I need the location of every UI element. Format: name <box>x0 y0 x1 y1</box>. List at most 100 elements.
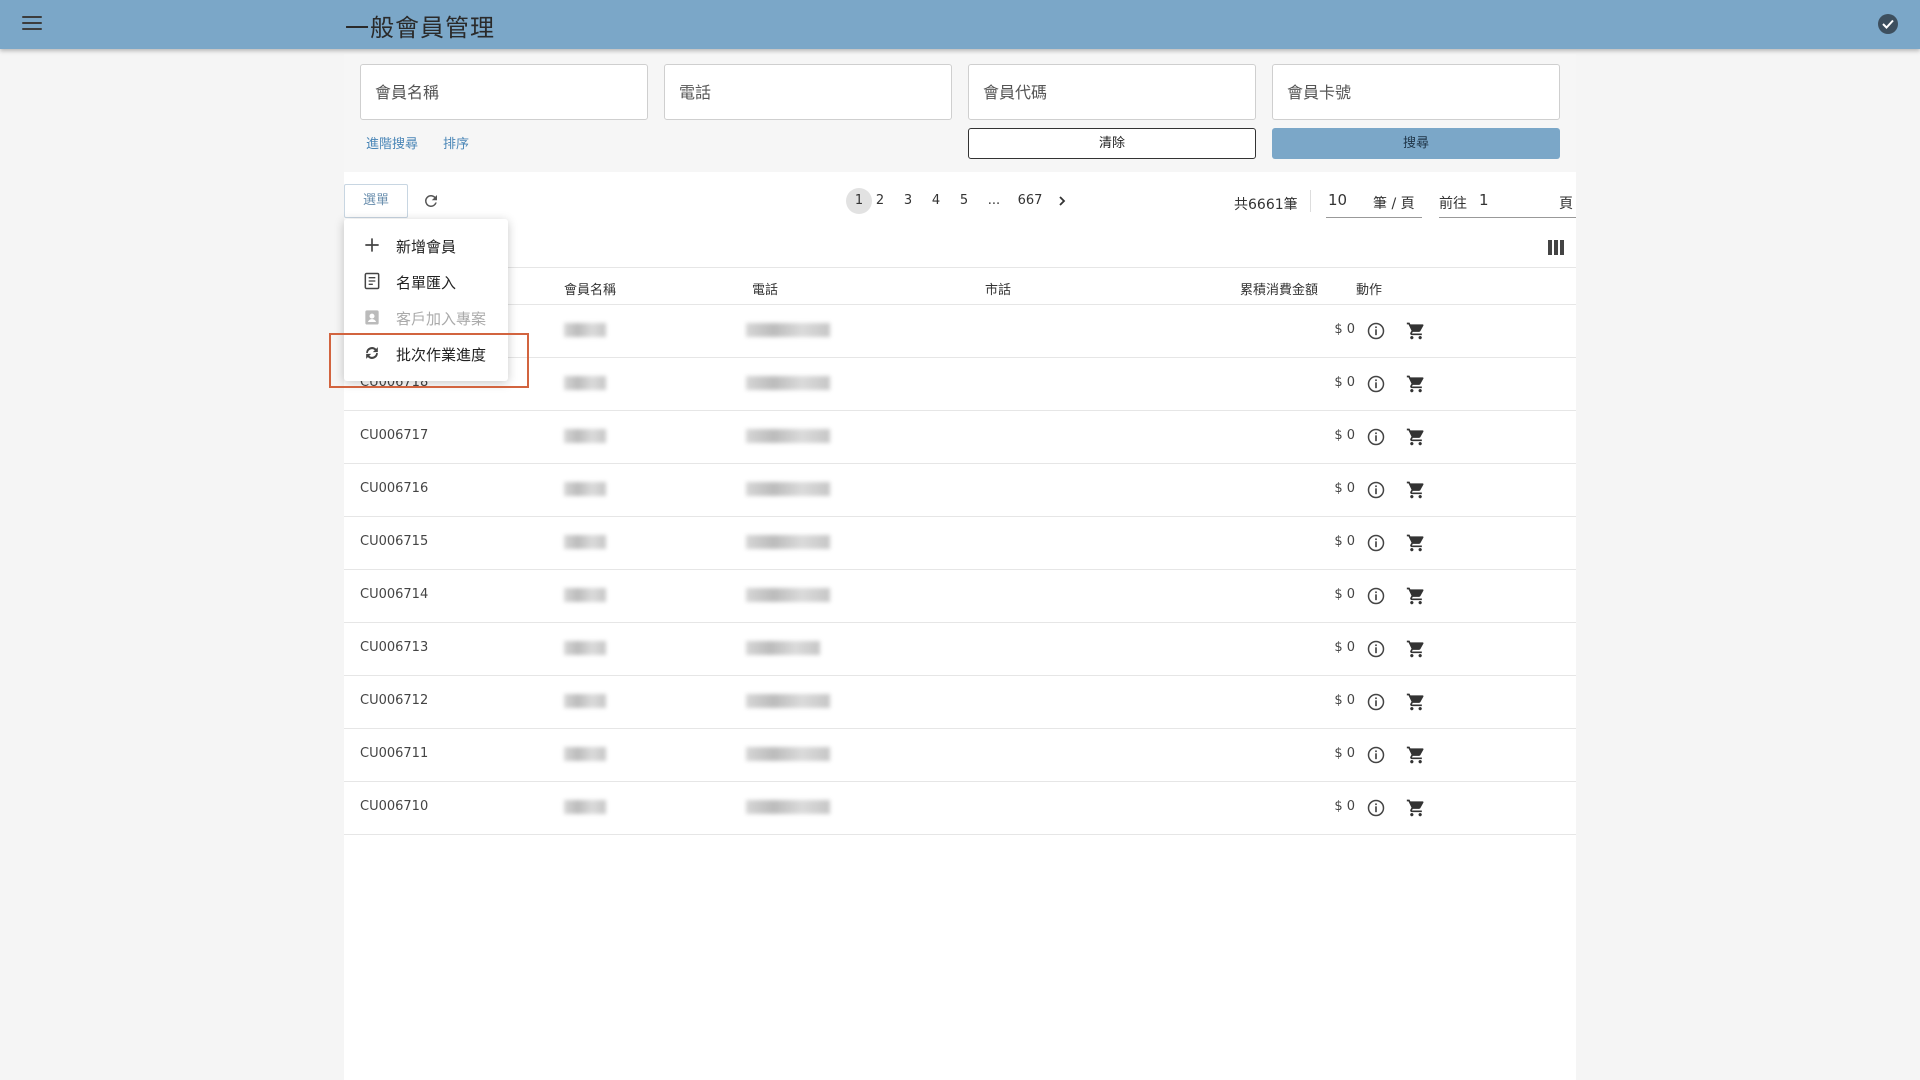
member-code-field[interactable] <box>968 64 1256 120</box>
redacted-phone <box>746 641 820 655</box>
member-card-input[interactable] <box>1273 65 1559 119</box>
menu-button[interactable]: 選單 <box>344 184 408 218</box>
table-row[interactable]: CU006717 $ 0 <box>344 411 1576 464</box>
menu-item-add-to-project: 客戶加入專案 <box>344 299 508 335</box>
search-button[interactable]: 搜尋 <box>1272 128 1560 159</box>
check-circle-icon[interactable] <box>1878 14 1898 34</box>
page-ellipsis[interactable]: ... <box>986 188 1002 214</box>
hamburger-menu-icon[interactable] <box>22 14 42 32</box>
page-1[interactable]: 1 <box>846 188 872 214</box>
cart-icon[interactable] <box>1405 692 1427 712</box>
member-code: CU006717 <box>360 428 429 443</box>
total-spent: $ 0 <box>1334 799 1355 814</box>
cart-icon[interactable] <box>1405 745 1427 765</box>
per-page-value: 10 <box>1328 191 1348 209</box>
redacted-name <box>564 376 606 390</box>
member-code-input[interactable] <box>969 65 1255 119</box>
table-row[interactable]: CU006712 $ 0 <box>344 676 1576 729</box>
import-icon <box>364 272 380 290</box>
member-name-field[interactable] <box>360 64 648 120</box>
info-icon[interactable] <box>1366 639 1386 659</box>
col-phone[interactable]: 電話 <box>752 279 778 298</box>
redacted-phone <box>746 588 830 602</box>
redacted-name <box>564 429 606 443</box>
toolbar: 選單 1 2 3 4 5 ... 667 共6661筆 10 筆 / 頁 前往 … <box>344 184 1576 228</box>
menu-item-batch-progress[interactable]: 批次作業進度 <box>344 335 508 371</box>
redacted-phone <box>746 535 830 549</box>
redacted-phone <box>746 376 830 390</box>
page-5[interactable]: 5 <box>956 188 972 214</box>
total-spent: $ 0 <box>1334 587 1355 602</box>
total-spent: $ 0 <box>1334 322 1355 337</box>
redacted-name <box>564 747 606 761</box>
info-icon[interactable] <box>1366 798 1386 818</box>
per-page-select[interactable]: 10 筆 / 頁 <box>1326 186 1422 218</box>
info-icon[interactable] <box>1366 321 1386 341</box>
menu-item-add-member[interactable]: 新增會員 <box>344 227 508 263</box>
table-row[interactable]: CU006715 $ 0 <box>344 517 1576 570</box>
redacted-name <box>564 323 606 337</box>
phone-field[interactable] <box>664 64 952 120</box>
cart-icon[interactable] <box>1405 798 1427 818</box>
advanced-search-link[interactable]: 進階搜尋 <box>366 133 418 152</box>
chevron-right-icon[interactable] <box>1056 195 1068 207</box>
info-icon[interactable] <box>1366 692 1386 712</box>
refresh-icon[interactable] <box>422 192 440 210</box>
page-3[interactable]: 3 <box>900 188 916 214</box>
info-icon[interactable] <box>1366 586 1386 606</box>
view-column-icon[interactable] <box>1548 240 1565 255</box>
member-code: CU006711 <box>360 746 429 761</box>
member-code: CU006716 <box>360 481 429 496</box>
cart-icon[interactable] <box>1405 586 1427 606</box>
page-last[interactable]: 667 <box>1016 188 1044 214</box>
member-card-field[interactable] <box>1272 64 1560 120</box>
col-member-name[interactable]: 會員名稱 <box>564 279 616 298</box>
search-panel: 進階搜尋 排序 清除 搜尋 <box>344 50 1576 172</box>
redacted-name <box>564 694 606 708</box>
cart-icon[interactable] <box>1405 427 1427 447</box>
table-row[interactable]: CU006716 $ 0 <box>344 464 1576 517</box>
redacted-phone <box>746 747 830 761</box>
cart-icon[interactable] <box>1405 533 1427 553</box>
total-spent: $ 0 <box>1334 428 1355 443</box>
table-row[interactable]: CU006718 $ 0 <box>344 358 1576 411</box>
menu-item-label: 客戶加入專案 <box>396 310 487 328</box>
per-page-unit: 筆 / 頁 <box>1373 196 1415 212</box>
cart-icon[interactable] <box>1405 374 1427 394</box>
table-row[interactable]: CU006711 $ 0 <box>344 729 1576 782</box>
menu-item-label: 批次作業進度 <box>396 346 487 364</box>
redacted-name <box>564 641 606 655</box>
member-name-input[interactable] <box>361 65 647 119</box>
phone-input[interactable] <box>665 65 951 119</box>
info-icon[interactable] <box>1366 374 1386 394</box>
info-icon[interactable] <box>1366 427 1386 447</box>
cart-icon[interactable] <box>1405 321 1427 341</box>
total-spent: $ 0 <box>1334 746 1355 761</box>
app-bar: 一般會員管理 <box>0 0 1920 49</box>
table-row[interactable]: CU006710 $ 0 <box>344 782 1576 835</box>
action-menu-dropdown: 新增會員 名單匯入 客戶加入專案 批次作業進度 <box>344 219 508 381</box>
total-spent: $ 0 <box>1334 693 1355 708</box>
goto-value[interactable]: 1 <box>1479 191 1489 209</box>
table-row[interactable]: $ 0 <box>344 305 1576 358</box>
col-total-spent[interactable]: 累積消費金額 <box>1240 279 1318 298</box>
goto-page-field[interactable]: 前往 1 頁 <box>1439 186 1576 218</box>
info-icon[interactable] <box>1366 533 1386 553</box>
clear-button[interactable]: 清除 <box>968 128 1256 159</box>
cart-icon[interactable] <box>1405 480 1427 500</box>
redacted-phone <box>746 694 830 708</box>
menu-item-import-list[interactable]: 名單匯入 <box>344 263 508 299</box>
page-2[interactable]: 2 <box>872 188 888 214</box>
sort-link[interactable]: 排序 <box>443 133 469 152</box>
member-code: CU006710 <box>360 799 429 814</box>
redacted-phone <box>746 323 830 337</box>
table-row[interactable]: CU006713 $ 0 <box>344 623 1576 676</box>
divider <box>1310 190 1311 212</box>
page-4[interactable]: 4 <box>928 188 944 214</box>
info-icon[interactable] <box>1366 745 1386 765</box>
info-icon[interactable] <box>1366 480 1386 500</box>
col-landline[interactable]: 市話 <box>985 279 1011 298</box>
cart-icon[interactable] <box>1405 639 1427 659</box>
sync-icon <box>366 347 378 359</box>
table-row[interactable]: CU006714 $ 0 <box>344 570 1576 623</box>
